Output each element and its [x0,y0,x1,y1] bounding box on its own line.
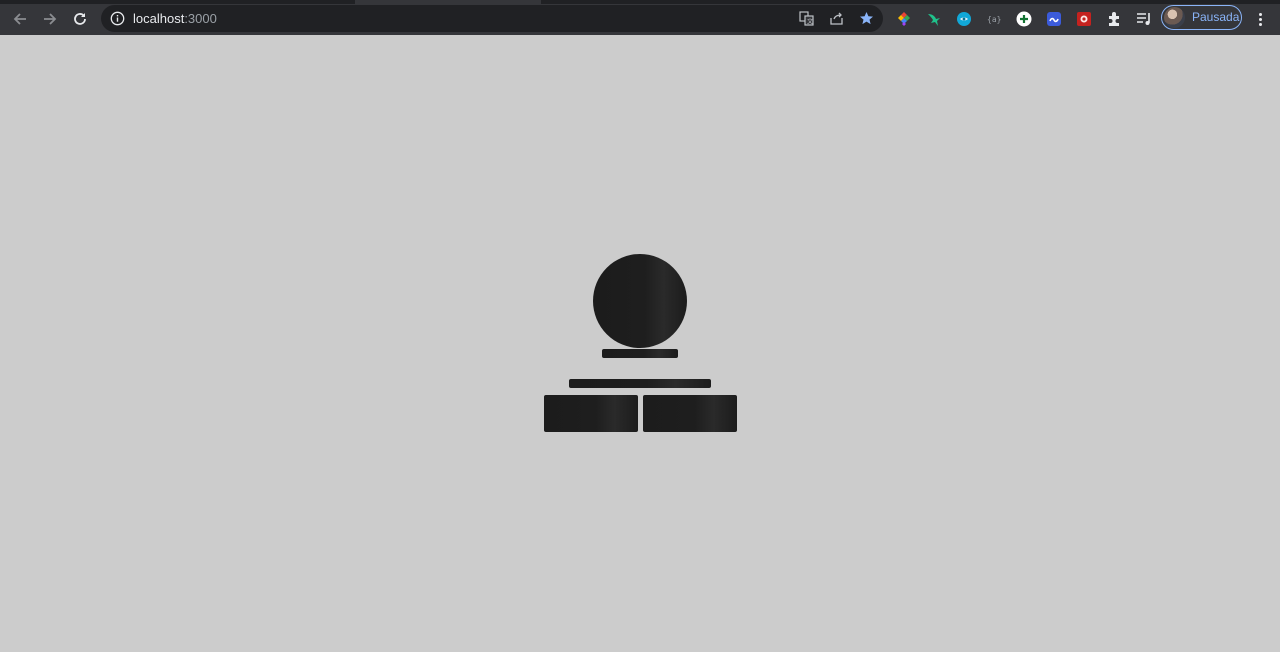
back-arrow-icon[interactable] [7,6,33,32]
active-tab-edge [355,0,541,4]
skeleton-subtitle-line [569,379,711,388]
browser-toolbar: localhost:3000 文 {a} Pausada [0,0,1280,35]
color-picker-extension-icon[interactable] [895,10,913,28]
teal-extension-icon[interactable] [955,10,973,28]
info-icon[interactable] [110,11,125,26]
profile-name: Pausada [1192,10,1240,24]
avatar [1164,7,1185,28]
address-bar[interactable]: localhost:3000 文 [101,5,883,32]
red-extension-icon[interactable] [1075,10,1093,28]
more-vert-icon[interactable] [1250,6,1270,32]
json-extension-icon[interactable]: {a} [985,10,1003,28]
url-port: :3000 [184,11,217,26]
svg-text:{a}: {a} [987,15,1001,24]
puzzle-icon[interactable] [1105,10,1123,28]
reload-icon[interactable] [67,6,93,32]
star-icon[interactable] [858,10,875,27]
page-viewport [0,35,1280,652]
profile-button[interactable]: Pausada [1161,5,1242,30]
reading-list-icon[interactable] [1135,10,1153,28]
forward-arrow-icon[interactable] [37,6,63,32]
plus-extension-icon[interactable] [1015,10,1033,28]
skeleton-button-right [643,395,737,432]
svg-text:文: 文 [807,18,813,26]
translate-icon[interactable]: 文 [798,10,815,27]
url-text[interactable]: localhost:3000 [133,11,217,26]
skeleton-title-line [602,349,678,358]
skeleton-avatar [593,254,687,348]
hummingbird-extension-icon[interactable] [925,10,943,28]
url-host: localhost [133,11,185,26]
share-icon[interactable] [828,10,845,27]
skeleton-button-left [544,395,638,432]
link-extension-icon[interactable] [1045,10,1063,28]
